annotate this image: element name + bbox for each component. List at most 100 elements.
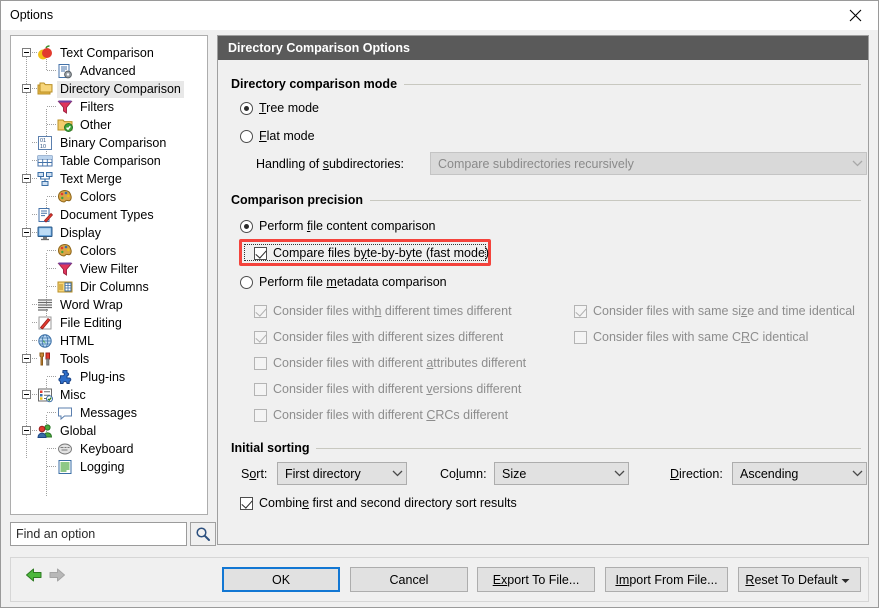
label-text: C identical	[750, 330, 809, 344]
sidebar-item-html[interactable]: HTML	[37, 332, 97, 350]
tree-line	[47, 196, 56, 197]
label-text: eset To Default	[754, 572, 838, 587]
label-text: Consider files	[273, 330, 353, 344]
pencil-icon	[37, 315, 54, 331]
search-button[interactable]	[190, 522, 216, 546]
document-pen-icon	[37, 207, 54, 223]
tree-expander[interactable]	[22, 174, 31, 183]
sidebar-item-label: Text Merge	[60, 171, 122, 186]
sidebar-item-messages[interactable]: Messages	[57, 404, 140, 422]
radio-file-content-comparison[interactable]: Perform file content comparison	[240, 219, 436, 234]
table-icon	[37, 153, 54, 169]
accel-char: m	[326, 275, 337, 289]
sidebar-item-plug-ins[interactable]: Plug-ins	[57, 368, 128, 386]
document-gear-icon	[57, 63, 74, 79]
tree-line	[47, 70, 56, 71]
tree-expander[interactable]	[22, 228, 31, 237]
sidebar-item-other[interactable]: Other	[57, 116, 114, 134]
accel-char: E	[492, 572, 502, 587]
label-text: Co	[440, 467, 456, 481]
radio-flat-mode[interactable]: Flat mode	[240, 129, 315, 144]
speech-icon	[57, 405, 74, 421]
group-comparison-precision: Comparison precision	[231, 193, 861, 207]
svg-text:10: 10	[40, 144, 46, 150]
tree-expander[interactable]	[22, 48, 31, 57]
search-area	[10, 522, 216, 546]
tree-expander[interactable]	[22, 84, 31, 93]
sidebar-item-tools[interactable]: Tools	[37, 350, 92, 368]
checkbox-combine-sort-results[interactable]: Combine first and second directory sort …	[240, 496, 517, 511]
close-button[interactable]	[832, 1, 878, 29]
checkbox-byte-by-byte-label: Compare files byte-by-byte (fast mode)	[273, 246, 489, 261]
sidebar-item-label: Logging	[80, 459, 125, 474]
sidebar-item-label: Colors	[80, 243, 117, 258]
search-input[interactable]	[10, 522, 187, 546]
sidebar-item-advanced[interactable]: Advanced	[57, 62, 139, 80]
subdirectories-dropdown[interactable]: Compare subdirectories recursively	[430, 152, 867, 175]
sidebar-item-misc[interactable]: Misc	[37, 386, 89, 404]
sidebar-item-view-filter[interactable]: View Filter	[57, 260, 141, 278]
radio-tree-mode[interactable]: Tree mode	[240, 101, 319, 116]
tree-line	[47, 124, 56, 125]
sidebar-item-label: Other	[80, 117, 112, 132]
sidebar-item-binary-comparison[interactable]: 01 10 Binary Comparison	[37, 134, 169, 152]
sort-dropdown[interactable]: First directory	[277, 462, 407, 485]
sidebar-item-colors[interactable]: Colors	[57, 188, 119, 206]
sidebar-item-display[interactable]: Display	[37, 224, 104, 242]
accel-char: C	[426, 408, 436, 422]
merge-icon	[37, 171, 54, 187]
checkbox-byte-by-byte[interactable]: Compare files byte-by-byte (fast mode)	[254, 246, 489, 261]
funnel-icon	[57, 261, 74, 277]
checkbox-indicator	[574, 305, 587, 318]
sidebar-item-text-merge[interactable]: Text Merge	[37, 170, 125, 188]
caret-down-icon[interactable]	[841, 573, 850, 587]
sidebar-item-colors[interactable]: Colors	[57, 242, 119, 260]
settings-pane: Directory Comparison Options Directory c…	[217, 35, 869, 545]
sidebar-item-table-comparison[interactable]: Table Comparison	[37, 152, 164, 170]
tree-line	[47, 412, 56, 413]
group-rule	[316, 447, 861, 449]
sidebar-item-file-editing[interactable]: File Editing	[37, 314, 125, 332]
tree-line	[47, 466, 56, 467]
label-text: port To File...	[507, 572, 580, 587]
tree-line	[47, 268, 56, 269]
sidebar-item-global[interactable]: Global	[37, 422, 99, 440]
ok-button-label: OK	[271, 572, 291, 587]
chevron-down-icon	[611, 470, 628, 477]
label-text: e and time identical	[747, 304, 855, 318]
tree-expander[interactable]	[22, 426, 31, 435]
tree-expander[interactable]	[22, 390, 31, 399]
ok-button[interactable]: OK	[222, 567, 340, 592]
sidebar-item-label: Keyboard	[80, 441, 134, 456]
sidebar-item-directory-comparison[interactable]: Directory Comparison	[37, 80, 184, 98]
sidebar-item-document-types[interactable]: Document Types	[37, 206, 157, 224]
checkbox-option: Consider files with different versions d…	[254, 382, 521, 397]
tree-expander[interactable]	[22, 354, 31, 363]
dialog-body: Text Comparison Advanced Directory Compari…	[1, 30, 878, 555]
accel-char: R	[740, 330, 750, 344]
checkbox-option-label: Consider files with different versions d…	[273, 382, 521, 397]
column-dropdown[interactable]: Size	[494, 462, 629, 485]
import-from-file-button[interactable]: Import From File...	[605, 567, 728, 592]
back-button[interactable]	[25, 567, 43, 586]
sidebar-item-logging[interactable]: Logging	[57, 458, 128, 476]
radio-file-metadata-comparison[interactable]: Perform file metadata comparison	[240, 275, 447, 290]
dropdown-value: Size	[502, 466, 527, 481]
accel-char: F	[259, 129, 267, 143]
sidebar-item-filters[interactable]: Filters	[57, 98, 117, 116]
label-text: Consider files with different	[273, 408, 427, 422]
accel-char: D	[670, 467, 680, 481]
sidebar-item-word-wrap[interactable]: Word Wrap	[37, 296, 126, 314]
sidebar-item-keyboard[interactable]: Keyboard	[57, 440, 137, 458]
footer-bar: OK Cancel Export To File... Import From …	[1, 555, 878, 607]
sidebar-item-label: Colors	[80, 189, 117, 204]
sidebar-item-text-comparison[interactable]: Text Comparison	[37, 44, 157, 62]
cancel-button[interactable]: Cancel	[350, 567, 468, 592]
options-tree[interactable]: Text Comparison Advanced Directory Compari…	[10, 35, 208, 515]
reset-to-default-button[interactable]: Reset To Default	[738, 567, 861, 592]
sidebar-item-dir-columns[interactable]: Dir Columns	[57, 278, 152, 296]
export-to-file-button[interactable]: Export To File...	[477, 567, 595, 592]
forward-button	[48, 567, 66, 586]
apple-icon	[37, 45, 54, 61]
direction-dropdown[interactable]: Ascending	[732, 462, 867, 485]
